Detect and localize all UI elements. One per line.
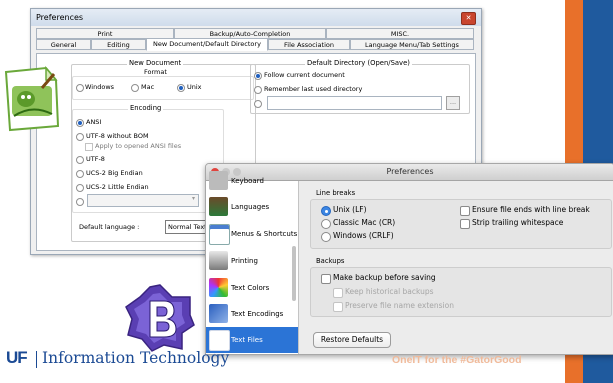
sidebar-item-text-colors[interactable]: Text Colors: [206, 275, 298, 301]
close-icon[interactable]: ✕: [461, 12, 476, 25]
encoding-utf8-nobom-label: UTF-8 without BOM: [86, 132, 149, 140]
encoding-other-radio[interactable]: [76, 198, 84, 206]
sidebar-item-label: Menus & Shortcuts: [231, 230, 298, 238]
strip-whitespace-label: Strip trailing whitespace: [472, 218, 564, 227]
languages-icon: [209, 197, 228, 216]
format-unix-label: Unix: [187, 83, 202, 91]
ensure-line-break-label: Ensure file ends with line break: [472, 205, 590, 214]
format-mac-label: Mac: [141, 83, 155, 91]
strip-whitespace-checkbox[interactable]: [460, 219, 470, 229]
follow-current-label: Follow current document: [264, 71, 345, 79]
bbedit-preferences-window: Preferences Keyboard Languages Menus & S…: [205, 163, 613, 355]
sidebar-item-keyboard[interactable]: Keyboard: [206, 168, 298, 194]
remember-last-radio[interactable]: [254, 86, 262, 94]
unix-lf-label: Unix (LF): [333, 205, 367, 214]
bbedit-logo: [125, 284, 195, 352]
uf-it-logo: UF Information Technology: [6, 348, 306, 374]
sidebar-item-label: Keyboard: [231, 177, 264, 185]
encoding-ucs2-le-label: UCS-2 Little Endian: [86, 183, 149, 191]
encoding-ucs2-be-radio[interactable]: [76, 170, 84, 178]
new-document-caption: New Document: [127, 59, 184, 67]
keep-historical-checkbox[interactable]: [333, 288, 343, 298]
encoding-utf8-nobom-radio[interactable]: [76, 133, 84, 141]
tab-language-menu-tab-settings[interactable]: Language Menu/Tab Settings: [350, 39, 474, 50]
encoding-ansi-label: ANSI: [86, 118, 102, 126]
format-windows-label: Windows: [85, 83, 115, 91]
sidebar-item-menus-shortcuts[interactable]: Menus & Shortcuts: [206, 221, 298, 247]
make-backup-checkbox[interactable]: [321, 274, 331, 284]
tab-file-association[interactable]: File Association: [268, 39, 350, 50]
encoding-ucs2-le-radio[interactable]: [76, 184, 84, 192]
sidebar-item-languages[interactable]: Languages: [206, 194, 298, 220]
ensure-line-break-checkbox[interactable]: [460, 206, 470, 216]
browse-button[interactable]: ...: [446, 96, 460, 110]
format-group: Windows Mac Unix: [72, 76, 254, 100]
preserve-extension-checkbox[interactable]: [333, 302, 343, 312]
sidebar-scrollbar[interactable]: [292, 246, 296, 301]
follow-current-radio[interactable]: [254, 72, 262, 80]
line-breaks-group: Unix (LF) Classic Mac (CR) Windows (CRLF…: [310, 199, 612, 249]
custom-directory-radio[interactable]: [254, 100, 262, 108]
tab-misc[interactable]: MISC.: [326, 28, 474, 39]
windows-crlf-radio[interactable]: [321, 232, 331, 242]
default-language-value: Normal Text: [168, 223, 207, 231]
chevron-down-icon: ▾: [191, 195, 195, 202]
encoding-utf8-label: UTF-8: [86, 155, 105, 163]
text-encodings-icon: [209, 304, 228, 323]
default-language-label: Default language :: [79, 223, 140, 231]
encoding-group: Encoding ANSI UTF-8 without BOM Apply to…: [72, 104, 224, 213]
tab-new-document-default-directory[interactable]: New Document/Default Directory: [146, 38, 268, 51]
format-mac-radio[interactable]: [131, 84, 139, 92]
default-directory-caption: Default Directory (Open/Save): [305, 59, 412, 67]
dialog-title: Preferences: [36, 13, 84, 22]
classic-mac-cr-label: Classic Mac (CR): [333, 218, 396, 227]
uf-it-text: Information Technology: [42, 349, 230, 367]
preferences-sidebar: Keyboard Languages Menus & Shortcuts Pri…: [206, 171, 299, 354]
sidebar-item-label: Text Encodings: [231, 310, 284, 318]
notepadpp-logo: [4, 65, 60, 132]
uf-mark: UF: [6, 348, 28, 367]
preserve-extension-label: Preserve file name extension: [345, 301, 454, 310]
custom-directory-input[interactable]: [267, 96, 442, 110]
encoding-ansi-radio[interactable]: [76, 119, 84, 127]
format-caption: Format: [144, 68, 167, 76]
classic-mac-cr-radio[interactable]: [321, 219, 331, 229]
encoding-other-select[interactable]: ▾: [87, 194, 199, 207]
sidebar-item-text-encodings[interactable]: Text Encodings: [206, 301, 298, 327]
encoding-ucs2-be-label: UCS-2 Big Endian: [86, 169, 143, 177]
windows-crlf-label: Windows (CRLF): [333, 231, 394, 240]
unix-lf-radio[interactable]: [321, 206, 331, 216]
default-directory-group: Default Directory (Open/Save) Follow cur…: [250, 59, 470, 114]
sidebar-item-label: Text Colors: [231, 284, 270, 292]
text-colors-icon: [209, 278, 228, 297]
menus-icon: [209, 224, 230, 245]
backups-caption: Backups: [316, 257, 345, 265]
logo-divider: [36, 351, 37, 368]
printer-icon: [209, 251, 228, 270]
keyboard-icon: [209, 171, 228, 190]
apply-ansi-label: Apply to opened ANSI files: [95, 142, 182, 150]
backups-group: Make backup before saving Keep historica…: [310, 267, 612, 317]
format-windows-radio[interactable]: [76, 84, 84, 92]
encoding-caption: Encoding: [128, 104, 164, 112]
tab-editing[interactable]: Editing: [91, 39, 146, 50]
apply-ansi-checkbox[interactable]: [85, 143, 93, 151]
format-unix-radio[interactable]: [177, 84, 185, 92]
make-backup-label: Make backup before saving: [333, 273, 436, 282]
sidebar-item-label: Printing: [231, 257, 258, 265]
keep-historical-label: Keep historical backups: [345, 287, 434, 296]
line-breaks-caption: Line breaks: [316, 189, 356, 197]
restore-defaults-button[interactable]: Restore Defaults: [313, 332, 391, 348]
remember-last-label: Remember last used directory: [264, 85, 363, 93]
tab-general[interactable]: General: [36, 39, 91, 50]
sidebar-item-label: Languages: [231, 203, 270, 211]
tagline: OneIT for the #GatorGood: [392, 354, 522, 366]
sidebar-item-printing[interactable]: Printing: [206, 248, 298, 274]
dialog-titlebar: Preferences ✕: [31, 9, 481, 26]
encoding-utf8-radio[interactable]: [76, 156, 84, 164]
